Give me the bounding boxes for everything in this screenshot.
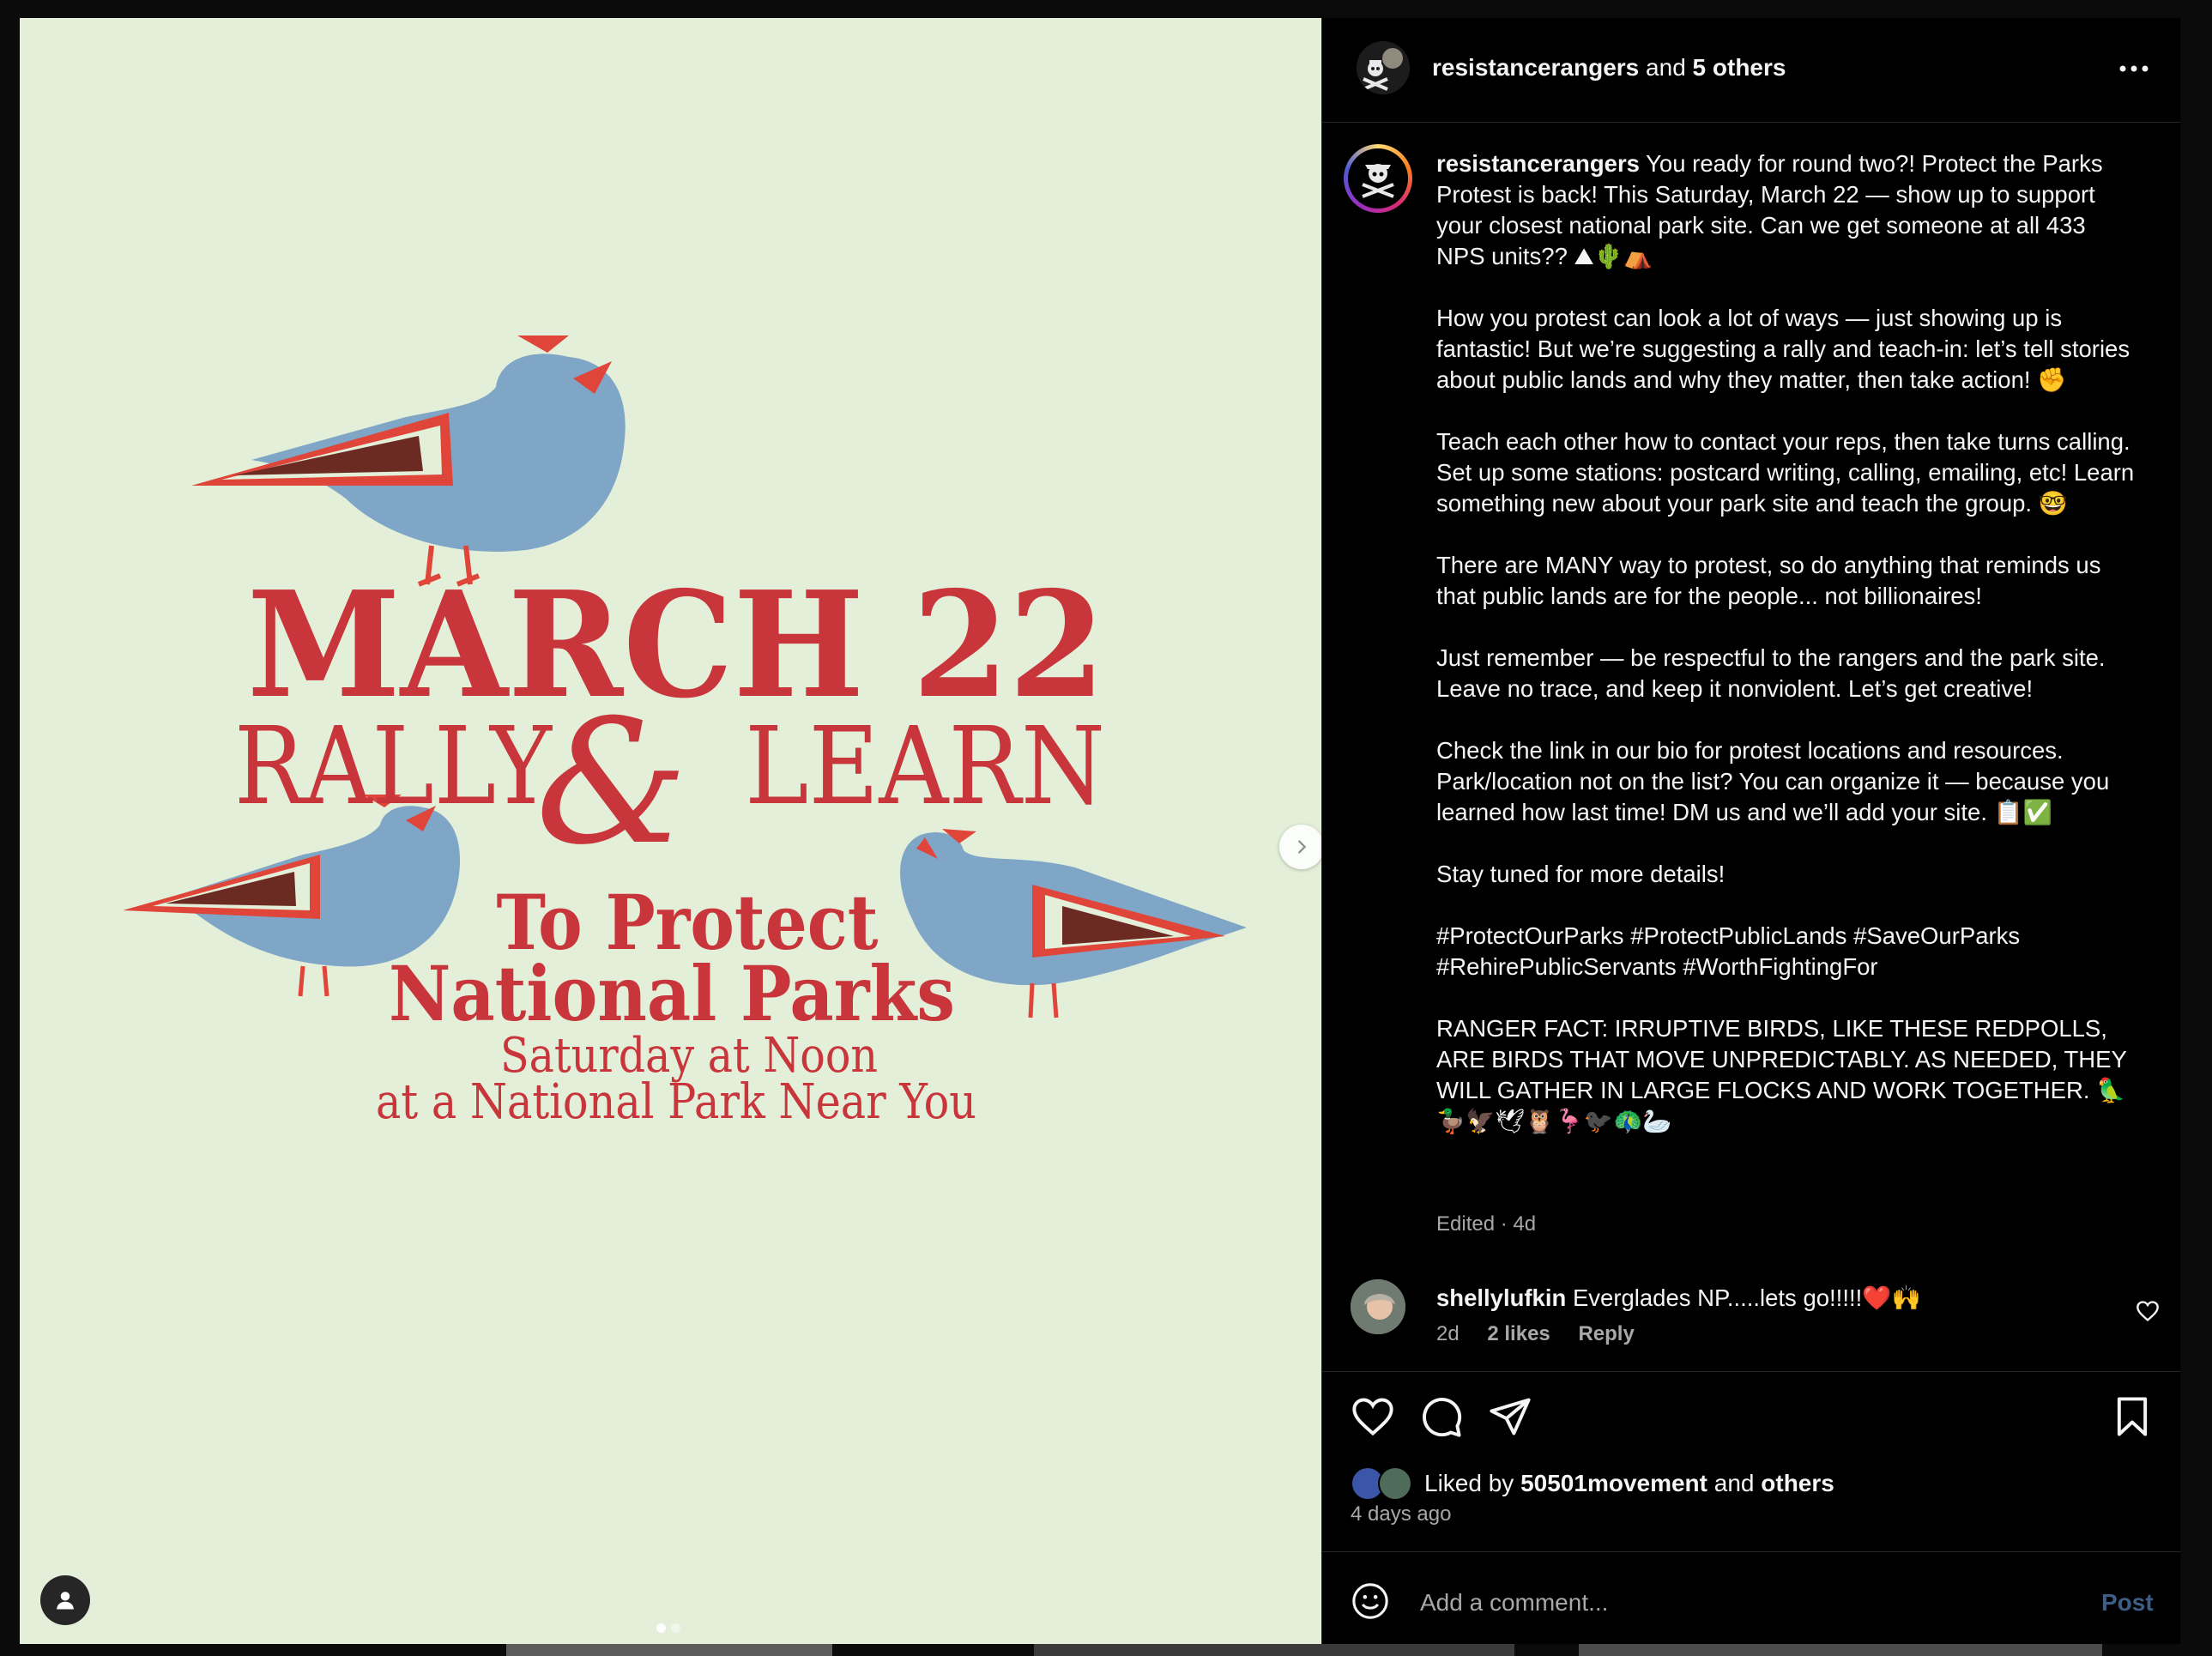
bookmark-icon[interactable] [2110,1394,2155,1439]
skull-crossbones-icon [1357,41,1410,94]
liked-by: Liked by 50501movement and others [1351,1466,1834,1501]
skull-crossbones-icon [1362,164,1394,198]
post-authors: resistancerangers and 5 others [1432,54,1786,82]
comment-username[interactable]: shellylufkin [1436,1284,1566,1311]
poster-ampersand: & [535,683,688,883]
profile-photo-icon [1351,1279,1405,1334]
caption-hashtags[interactable]: #ProtectOurParks #ProtectPublicLands #Sa… [1436,921,2140,982]
post-header: resistancerangers and 5 others [1322,18,2180,123]
heart-outline-icon[interactable] [2136,1300,2160,1322]
caption-paragraph: resistancerangers You ready for round tw… [1436,148,2140,272]
coauthors-link[interactable]: 5 others [1693,54,1786,81]
caption-paragraph: Just remember — be respectful to the ran… [1436,644,2106,702]
post-comment-button[interactable]: Post [2101,1589,2154,1617]
comment-text: Everglades NP.....lets go!!!!!❤️🙌 [1572,1284,1921,1311]
liked-prefix: Liked by [1424,1470,1514,1496]
poster-rally: RALLY [234,704,553,829]
reply-button[interactable]: Reply [1578,1322,1634,1345]
like-heart-icon[interactable] [1351,1394,1395,1439]
emoji-icon[interactable] [1351,1581,1390,1621]
comment-body: shellylufkin Everglades NP.....lets go!!… [1436,1284,1921,1312]
tagged-users-button[interactable] [40,1575,90,1625]
comment-input[interactable] [1418,1583,2022,1623]
poster-national-parks: National Parks [389,949,955,1038]
poster-learn: LEARN [745,704,1105,829]
caption-paragraph: Stay tuned for more details! [1436,861,1725,887]
bird-top [191,335,626,587]
share-send-icon[interactable] [1488,1394,1532,1439]
add-comment-bar: Post [1322,1551,2180,1645]
background-thumbnail [506,1644,832,1656]
caption-paragraph: Teach each other how to contact your rep… [1436,428,2135,517]
comment-likes-link[interactable]: 2 likes [1487,1322,1550,1345]
comment-item: shellylufkin Everglades NP.....lets go!!… [1322,1272,2180,1367]
comment-meta: 2d 2 likes Reply [1436,1322,1657,1346]
more-horizontal-icon[interactable] [2113,52,2156,85]
post-actions: Liked by 50501movement and others 4 days… [1322,1371,2180,1561]
carousel-next-button[interactable] [1279,825,1321,869]
story-ring[interactable] [1344,144,1412,213]
liked-user-link[interactable]: 50501movement [1520,1470,1707,1496]
carousel-indicator [656,1623,680,1633]
post-image[interactable]: MARCH 22 RALLY & LEARN To Protect Nation… [20,18,1321,1644]
caption-paragraph: RANGER FACT: IRRUPTIVE BIRDS, LIKE THESE… [1436,1015,2127,1134]
caption-username[interactable]: resistancerangers [1436,150,1640,177]
post-timestamp[interactable]: 4 days ago [1351,1502,1451,1526]
post-caption: resistancerangers You ready for round tw… [1436,148,2140,1137]
liked-by-text: Liked by 50501movement and others [1424,1470,1834,1497]
author-username[interactable]: resistancerangers [1432,54,1639,81]
caption-paragraph: Check the link in our bio for protest lo… [1436,737,2110,825]
liked-and: and [1713,1470,1755,1496]
poster-location: at a National Park Near You [376,1074,976,1130]
author-and: and [1646,54,1686,81]
caption-paragraph: There are MANY way to protest, so do any… [1436,552,2101,609]
background-thumbnail [1579,1644,2102,1656]
post-sidebar: resistancerangers and 5 others resistanc… [1321,18,2180,1644]
carousel-dot-active [656,1623,666,1633]
background-thumbnail [1034,1644,1514,1656]
edited-timestamp: Edited · 4d [1436,1212,1537,1236]
avatar[interactable] [1357,41,1410,94]
avatar [1378,1466,1412,1501]
carousel-dot [671,1623,680,1633]
chevron-right-icon [1298,840,1307,854]
avatar [1348,148,1408,209]
liked-others-link[interactable]: others [1761,1470,1834,1496]
poster-artwork: MARCH 22 RALLY & LEARN To Protect Nation… [123,335,1247,1130]
caption-paragraph: How you protest can look a lot of ways —… [1436,305,2130,393]
avatar[interactable] [1351,1279,1405,1334]
comment-bubble-icon[interactable] [1419,1394,1464,1439]
comments-scroll-area[interactable]: resistancerangers You ready for round tw… [1322,123,2180,1371]
user-icon [57,1592,74,1610]
comment-age: 2d [1436,1322,1460,1345]
